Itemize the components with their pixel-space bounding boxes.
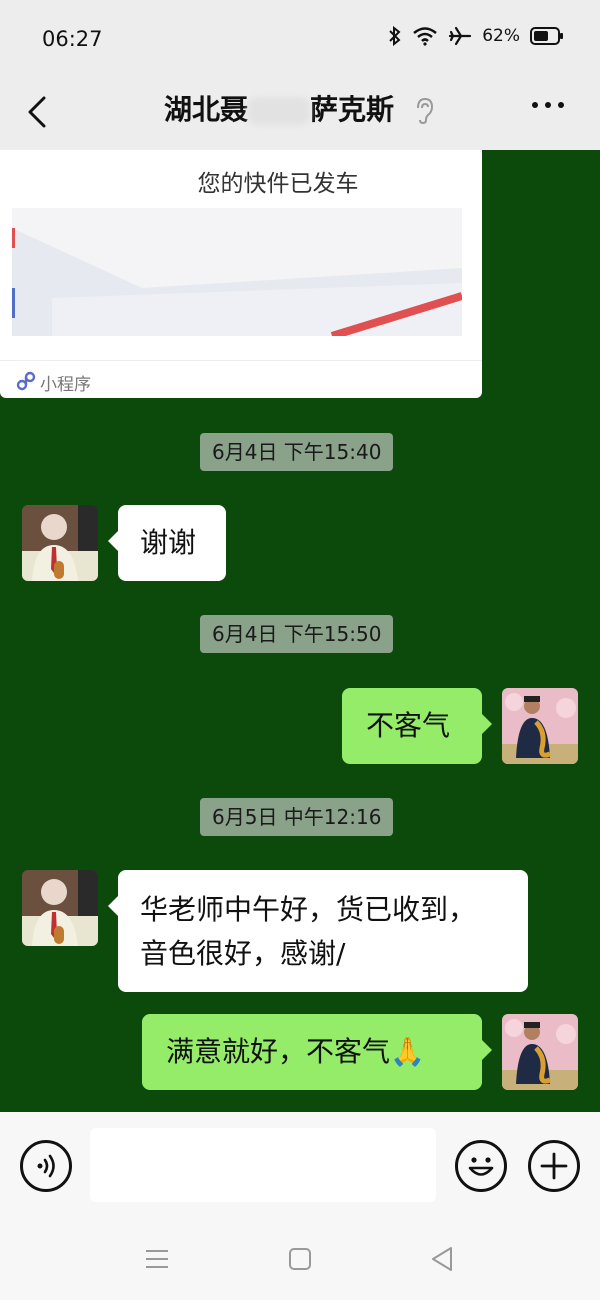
message-line: 满意就好，不客气🙏 [166,1035,425,1068]
more-icon[interactable] [532,102,564,108]
battery-percent: 62% [482,26,520,46]
title-start: 湖北聂 [163,93,248,126]
card-footer: 小程序 [0,360,482,398]
plus-icon[interactable] [528,1140,580,1192]
system-nav-bar [0,1218,600,1300]
bluetooth-icon [389,26,401,46]
message-line: 不客气 [366,709,451,742]
contact-avatar[interactable] [22,870,98,946]
my-avatar[interactable] [502,688,578,764]
message-line: 谢谢 [140,526,197,559]
mini-program-label: 小程序 [40,375,91,395]
mini-program-card[interactable]: 您的快件已发车 小程序 [0,150,482,398]
message-input[interactable] [90,1128,436,1202]
outgoing-message[interactable]: 满意就好，不客气🙏 [142,1014,492,1090]
chat-title: 湖北聂 萨克斯 [0,88,600,128]
clock-time: 06:27 [42,27,103,51]
title-end: 萨克斯 [310,93,395,126]
my-avatar[interactable] [502,1014,578,1090]
menu-icon[interactable] [144,1248,170,1270]
timestamp: 6月5日 中午12:16 [200,798,394,836]
card-message: 您的快件已发车 [197,171,359,197]
wifi-icon [413,27,437,46]
incoming-message[interactable]: 谢谢 [108,505,226,581]
chat-area[interactable]: 您的快件已发车 小程序 6月4日 下午15:40 谢谢 6月4日 下午15:50… [0,150,600,1112]
earpiece-icon [417,97,434,125]
battery-icon [530,27,563,45]
airplane-icon [449,26,472,46]
home-icon[interactable] [288,1247,312,1271]
mini-program-icon [16,371,36,391]
voice-icon[interactable] [20,1140,72,1192]
incoming-message[interactable]: 华老师中午好，货已收到， 音色很好，感谢/ [108,870,528,992]
blurred-name [248,97,310,125]
status-bar: 06:27 62% [0,0,600,76]
battery-level [534,31,548,41]
contact-avatar[interactable] [22,505,98,581]
message-line: 华老师中午好，货已收到， [140,893,477,926]
back-triangle-icon[interactable] [430,1246,454,1272]
card-image [12,208,462,336]
emoji-icon[interactable] [455,1140,507,1192]
timestamp: 6月4日 下午15:40 [200,433,394,471]
message-line: 音色很好，感谢/ [140,937,346,970]
chat-header: 湖北聂 萨克斯 [0,76,600,150]
timestamp: 6月4日 下午15:50 [200,615,394,653]
outgoing-message[interactable]: 不客气 [342,688,492,764]
card-illustration [12,208,462,336]
input-bar [0,1112,600,1218]
status-icons: 62% [388,26,563,46]
